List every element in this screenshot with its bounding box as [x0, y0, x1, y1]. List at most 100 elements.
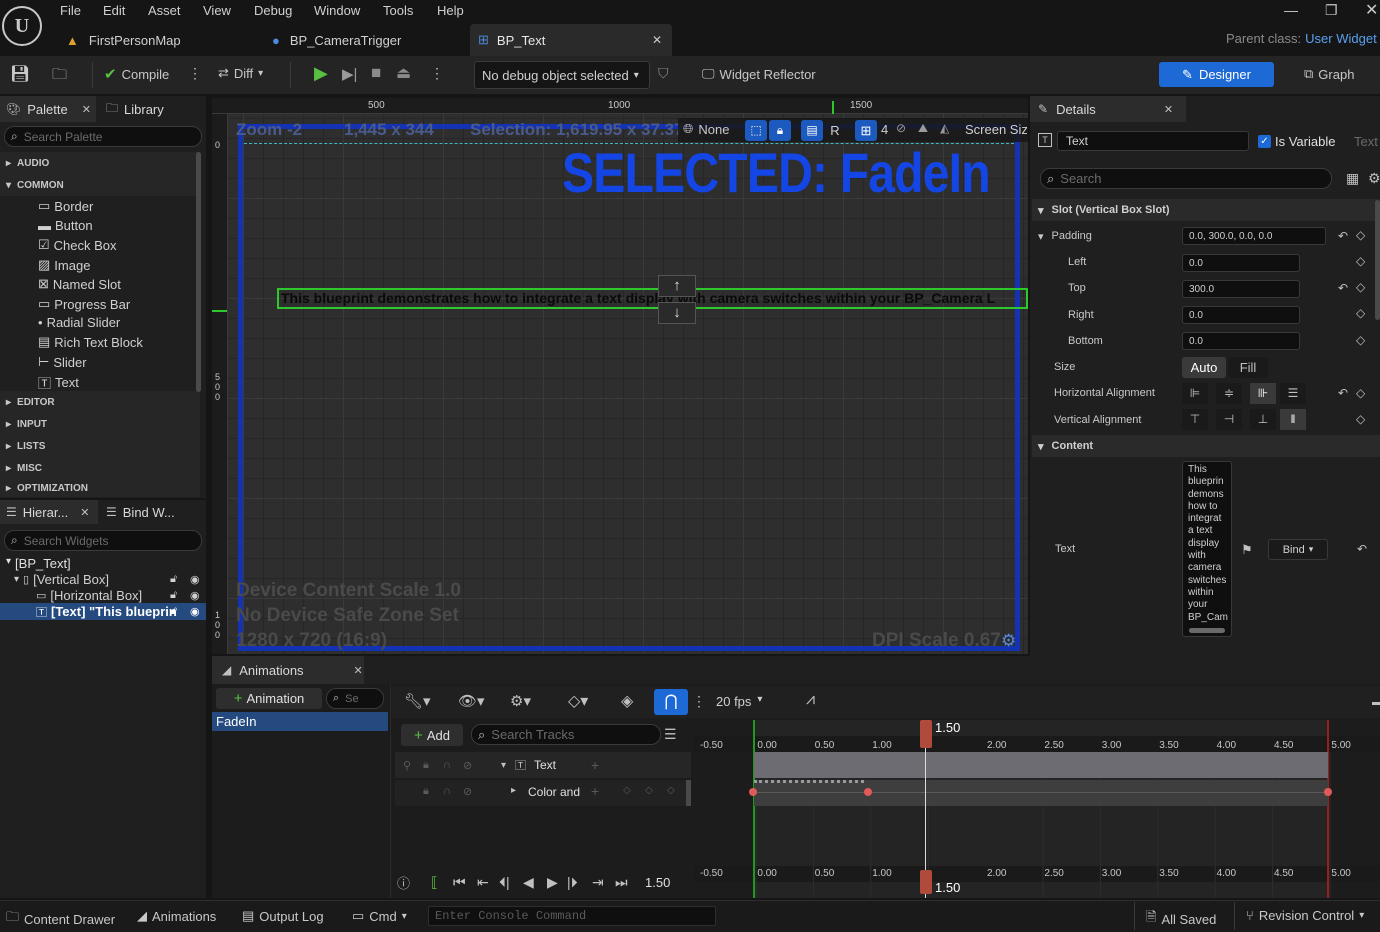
parent-class-link[interactable]: User Widget — [1305, 31, 1377, 46]
palette-item-radial-slider[interactable]: • Radial Slider — [38, 315, 120, 330]
size-auto-button[interactable]: Auto — [1182, 357, 1226, 378]
stop-icon[interactable]: ■ — [371, 63, 381, 83]
solo-icon[interactable]: ∩ — [443, 759, 451, 771]
mute-icon[interactable]: ⊘ — [463, 759, 472, 772]
category-common[interactable]: ▾ COMMON — [0, 174, 200, 196]
eye-icon[interactable]: ◉ — [190, 573, 200, 586]
palette-item-named-slot[interactable]: ⊠ Named Slot — [38, 276, 121, 292]
keyframe-end[interactable] — [1324, 788, 1332, 796]
details-search[interactable]: ⌕ Search — [1040, 168, 1332, 189]
palette-tab[interactable]: 🎨︎ Palette ✕ — [0, 96, 96, 122]
details-tab[interactable]: ✎ Details ✕ — [1030, 96, 1186, 122]
play-reverse-icon[interactable]: ◀ — [523, 874, 534, 891]
palette-search[interactable]: ⌕ Search Palette — [4, 126, 202, 147]
keyframe-icon[interactable]: ◇ — [1356, 280, 1365, 294]
widget-name-field[interactable]: Text — [1057, 131, 1249, 151]
respect-locks-icon[interactable]: ⊘ — [896, 121, 906, 135]
snap-options-icon[interactable]: ⋮ — [692, 693, 706, 710]
halign-fill-icon[interactable]: ☰ — [1280, 383, 1306, 404]
widget-reflector-button[interactable]: 🖵︎ Widget Reflector — [702, 66, 816, 82]
details-settings-icon[interactable]: ⚙ — [1368, 170, 1380, 187]
chevron-down-icon[interactable]: ▾ — [1038, 230, 1044, 243]
settings-icon[interactable]: ⚙▾ — [510, 692, 531, 710]
step-icon[interactable]: ▶| — [342, 65, 357, 83]
tree-item-vertical-box[interactable]: ▾ ▯ [Vertical Box] 🔓︎ ◉ — [14, 572, 204, 587]
tree-item-horizontal-box[interactable]: ▭ [Horizontal Box] 🔓︎ ◉ — [36, 588, 204, 603]
animation-search[interactable]: ⌕ Se — [326, 688, 384, 709]
category-misc[interactable]: ▸ MISC — [0, 457, 200, 479]
valign-top-icon[interactable]: ⊤ — [1182, 409, 1208, 430]
play-icon[interactable]: ▶ — [547, 874, 558, 891]
reset-icon[interactable]: ↶ — [1338, 281, 1348, 295]
prev-key-icon[interactable]: ◇ — [623, 785, 631, 796]
library-tab[interactable]: 🗀 Library — [96, 99, 164, 120]
keyframe-start[interactable] — [749, 788, 757, 796]
keyframe-icon[interactable]: ◇ — [1356, 228, 1365, 242]
halign-right-icon[interactable]: ⊪ — [1250, 383, 1276, 404]
dpi-settings-icon[interactable]: ⚙ — [1001, 631, 1016, 651]
text-property-field[interactable]: This blueprin demons how to integrat a t… — [1182, 461, 1232, 637]
lock-icon[interactable]: 🔒︎ — [423, 785, 429, 798]
reset-icon[interactable]: ↶ — [1338, 386, 1348, 400]
close-icon[interactable]: ✕ — [80, 506, 89, 519]
preview-icon[interactable]: ⛰ — [918, 121, 928, 136]
halign-center-icon[interactable]: ≑ — [1216, 383, 1242, 404]
padding-left-field[interactable]: 0.0 — [1182, 254, 1300, 272]
search-tracks[interactable]: ⌕ Search Tracks — [471, 724, 661, 745]
palette-item-button[interactable]: ▬ Button — [38, 218, 93, 233]
content-drawer-button[interactable]: 🗀 Content Drawer — [6, 908, 115, 930]
play-button[interactable]: ▶ — [314, 63, 328, 84]
category-lists[interactable]: ▸ LISTS — [0, 435, 200, 457]
eject-icon[interactable]: ⏏ — [396, 63, 411, 83]
menu-asset[interactable]: Asset — [148, 3, 203, 18]
keyframe-icon[interactable]: ◇ — [1356, 306, 1365, 320]
lock-toggle[interactable]: 🔒︎ — [769, 120, 791, 141]
grid-toggle[interactable]: ⊞ — [855, 120, 877, 141]
minimize-button[interactable]: — — [1284, 2, 1298, 18]
next-key-icon[interactable]: ⇥ — [592, 874, 604, 891]
property-matrix-icon[interactable]: ▦ — [1346, 170, 1359, 187]
localization-button[interactable]: 🌐︎ None — [683, 121, 729, 137]
keyframe-icon[interactable]: ◇ — [1356, 333, 1365, 347]
hierarchy-search[interactable]: ⌕ Search Widgets — [4, 530, 202, 551]
close-tab-icon[interactable]: ✕ — [652, 33, 662, 47]
close-icon[interactable]: ✕ — [354, 664, 363, 677]
category-editor[interactable]: ▸ EDITOR — [0, 391, 200, 413]
tab-bp-text[interactable]: ⊞ BP_Text ✕ — [470, 24, 672, 56]
padding-right-field[interactable]: 0.0 — [1182, 306, 1300, 324]
close-window-button[interactable]: ✕ — [1365, 0, 1378, 20]
lock-icon[interactable]: 🔓︎ — [170, 573, 177, 586]
text-field-scrollbar[interactable] — [1189, 628, 1225, 633]
palette-item-check-box[interactable]: ☑ Check Box — [38, 237, 117, 253]
valign-fill-icon[interactable]: ‖ — [1280, 409, 1306, 430]
pin-icon[interactable]: ⚲ — [403, 759, 411, 772]
palette-item-progress-bar[interactable]: ▭ Progress Bar — [38, 296, 130, 312]
current-time-field[interactable]: 1.50 — [645, 875, 670, 890]
lock-icon[interactable]: 🔓︎ — [170, 589, 177, 602]
layout-toggle[interactable]: ▤ — [801, 120, 823, 141]
tab-firstpersonmap[interactable]: ▲ FirstPersonMap — [62, 26, 262, 54]
designer-button[interactable]: ✎ Designer — [1159, 62, 1274, 87]
palette-scrollbar[interactable] — [196, 152, 201, 392]
revision-control-button[interactable]: ⑂ Revision Control ▾ — [1246, 908, 1364, 923]
console-input[interactable]: Enter Console Command — [428, 906, 716, 926]
quick-preview-icon[interactable]: ◭ — [940, 121, 949, 135]
graph-button[interactable]: ⧉ Graph — [1304, 66, 1354, 82]
debug-filter-icon[interactable]: ⛉ — [658, 65, 669, 82]
filter-icon[interactable]: ☰ — [664, 726, 677, 743]
keyframe-icon[interactable]: ◇ — [1356, 254, 1365, 268]
key-step-icon[interactable]: ◈ — [621, 691, 633, 711]
curve-editor-icon[interactable]: ⩘ — [806, 691, 815, 709]
bind-widgets-tab[interactable]: ☰ Bind W... — [98, 505, 175, 520]
category-audio[interactable]: ▸ AUDIO — [0, 152, 200, 174]
close-icon[interactable]: ✕ — [1164, 103, 1173, 116]
mute-icon[interactable]: ⊘ — [463, 785, 472, 798]
move-up-arrow[interactable]: ↑ — [658, 275, 696, 297]
next-key-icon[interactable]: ◇ — [667, 785, 675, 796]
add-key-icon[interactable]: + — [591, 783, 599, 799]
localization-flag-icon[interactable]: ⚑ — [1241, 542, 1253, 558]
diff-button[interactable]: ⇄ Diff ▾ — [218, 65, 263, 81]
menu-help[interactable]: Help — [437, 3, 477, 18]
add-keyframe-icon[interactable]: ◇ — [645, 785, 653, 796]
add-animation-button[interactable]: + Animation — [216, 688, 322, 709]
